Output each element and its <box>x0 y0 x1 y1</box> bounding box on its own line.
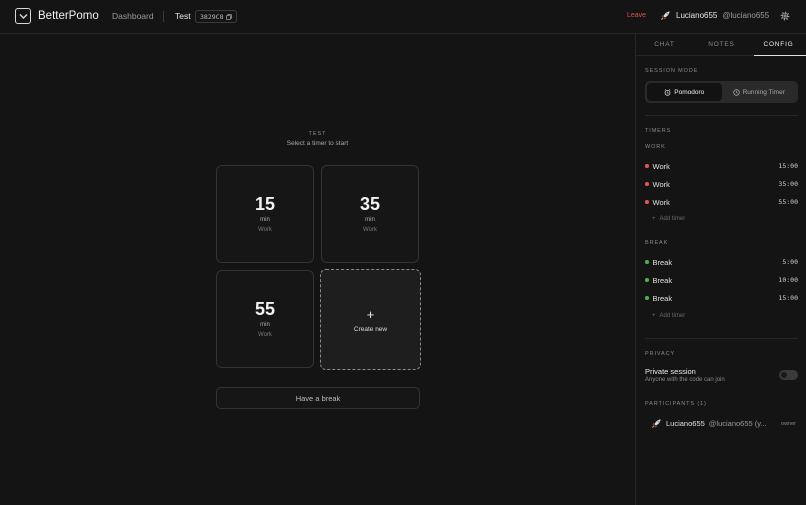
timer-value: 35 <box>359 194 381 214</box>
brand-name[interactable]: BetterPomo <box>38 10 99 22</box>
break-timer-item[interactable]: Break 15:00 <box>645 292 798 304</box>
participant-name: Luciano655 <box>666 419 705 428</box>
participant-item[interactable]: Luciano655 @luciano655 (y... owner <box>651 418 796 429</box>
private-session-title: Private session <box>645 367 696 376</box>
clock-icon <box>732 88 740 96</box>
timer-duration: 15:00 <box>778 294 798 302</box>
session-code-copy-button[interactable]: 3829C8 <box>195 10 238 23</box>
timer-kind: Work <box>258 332 272 338</box>
mode-pomodoro-label: Pomodoro <box>674 88 705 96</box>
timer-unit: min <box>260 217 270 223</box>
add-timer-label: Add timer <box>659 216 686 222</box>
private-session-description: Anyone with the code can join <box>645 377 725 383</box>
privacy-label: PRIVACY <box>645 351 676 357</box>
break-status-dot <box>645 296 649 300</box>
break-status-dot <box>645 260 649 264</box>
break-timer-item[interactable]: Break 5:00 <box>645 256 798 268</box>
logo-icon[interactable] <box>15 8 31 24</box>
session-code-text: 3829C8 <box>200 12 224 21</box>
timer-name: Break <box>652 257 673 267</box>
participant-role-badge: owner <box>781 420 796 427</box>
work-label: WORK <box>645 144 666 150</box>
timer-name: Break <box>652 275 673 285</box>
private-session-toggle[interactable] <box>779 370 798 380</box>
toggle-knob <box>781 372 787 378</box>
timer-duration: 35:00 <box>778 180 798 188</box>
timer-card[interactable]: 35 min Work <box>321 165 419 263</box>
timer-duration: 55:00 <box>778 198 798 206</box>
timer-duration: 15:00 <box>778 162 798 170</box>
plus-icon: + <box>652 313 656 319</box>
add-break-timer-button[interactable]: + Add timer <box>652 313 685 319</box>
add-timer-label: Add timer <box>659 313 686 319</box>
timer-name: Break <box>652 293 673 303</box>
tab-config[interactable]: CONFIG <box>750 34 806 56</box>
timer-duration: 5:00 <box>782 258 798 266</box>
copy-icon <box>226 13 233 20</box>
break-label: BREAK <box>645 240 669 246</box>
session-title: TEST <box>308 131 327 137</box>
timer-name: Work <box>652 197 670 207</box>
timers-label: TIMERS <box>645 128 672 134</box>
nav-divider <box>163 11 164 22</box>
rocket-icon <box>651 419 661 429</box>
plus-icon: + <box>366 307 375 322</box>
leave-button[interactable]: Leave <box>627 12 646 19</box>
timer-card[interactable]: 55 min Work <box>216 270 314 368</box>
timer-duration: 10:00 <box>778 276 798 284</box>
mode-pomodoro-button[interactable]: Pomodoro <box>647 83 722 101</box>
break-timer-item[interactable]: Break 10:00 <box>645 274 798 286</box>
plus-icon: + <box>652 216 656 222</box>
timer-name: Work <box>652 179 670 189</box>
tab-chat[interactable]: CHAT <box>636 34 693 55</box>
work-timer-item[interactable]: Work 35:00 <box>645 178 798 190</box>
participant-handle: @luciano655 (y... <box>708 419 767 428</box>
timer-value: 55 <box>254 299 276 319</box>
section-divider <box>645 338 798 339</box>
timer-unit: min <box>260 322 270 328</box>
have-a-break-button[interactable]: Have a break <box>216 387 420 409</box>
gear-icon[interactable] <box>780 11 790 21</box>
sidebar: CHAT NOTES CONFIG SESSION MODE Pomodoro … <box>635 34 806 505</box>
work-timer-item[interactable]: Work 15:00 <box>645 160 798 172</box>
user-name: Luciano655 <box>676 11 718 20</box>
timer-name: Work <box>652 161 670 171</box>
create-timer-button[interactable]: + Create new <box>320 269 421 370</box>
work-status-dot <box>645 164 649 168</box>
mode-running-timer-label: Running Timer <box>742 88 785 96</box>
session-name: Test <box>175 11 191 21</box>
timer-card[interactable]: 15 min Work <box>216 165 314 263</box>
create-timer-label: Create new <box>353 326 388 333</box>
break-status-dot <box>645 278 649 282</box>
nav-dashboard-link[interactable]: Dashboard <box>112 11 154 21</box>
session-mode-toggle: Pomodoro Running Timer <box>645 81 798 103</box>
timer-kind: Work <box>258 227 272 233</box>
top-bar: BetterPomo Dashboard Test 3829C8 Leave L… <box>0 0 806 34</box>
work-timer-item[interactable]: Work 55:00 <box>645 196 798 208</box>
work-status-dot <box>645 200 649 204</box>
section-divider <box>645 115 798 116</box>
timer-value: 15 <box>254 194 276 214</box>
user-profile-button[interactable]: Luciano655 @luciano655 <box>660 10 769 21</box>
session-subtitle: Select a timer to start <box>286 140 349 147</box>
add-work-timer-button[interactable]: + Add timer <box>652 216 685 222</box>
main-panel: TEST Select a timer to start 15 min Work… <box>0 34 635 505</box>
tab-notes[interactable]: NOTES <box>693 34 750 55</box>
mode-running-timer-button[interactable]: Running Timer <box>722 83 797 101</box>
work-status-dot <box>645 182 649 186</box>
sidebar-tabs: CHAT NOTES CONFIG <box>636 34 806 56</box>
participants-label: PARTICIPANTS (1) <box>645 401 707 407</box>
timer-kind: Work <box>363 227 377 233</box>
timer-unit: min <box>365 217 375 223</box>
user-handle: @luciano655 <box>722 11 770 20</box>
rocket-icon <box>660 11 670 21</box>
alarm-clock-icon <box>664 88 671 96</box>
session-mode-label: SESSION MODE <box>645 68 699 74</box>
